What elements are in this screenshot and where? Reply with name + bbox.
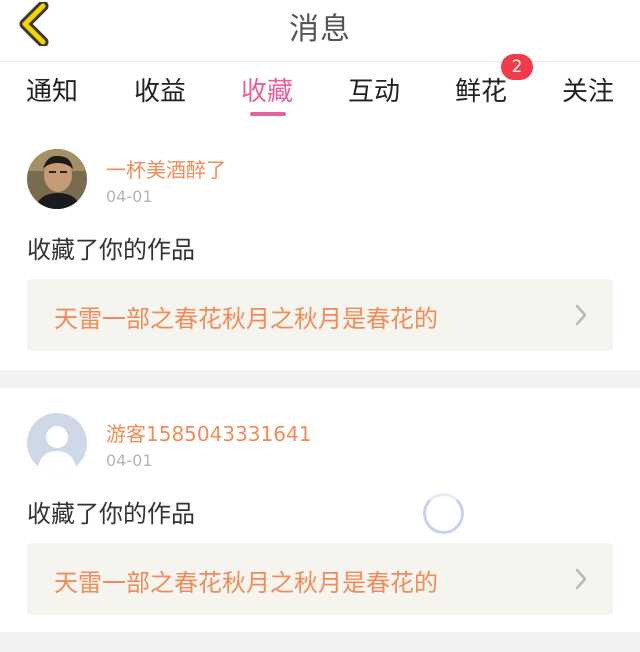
message-date: 04-01 (106, 187, 153, 206)
message-card: 游客1585043331641 04-01 收藏了你的作品 天雷一部之春花秋月之… (0, 388, 640, 632)
flowers-badge: 2 (501, 54, 533, 80)
loading-spinner-icon (423, 493, 464, 534)
work-title: 天雷一部之春花秋月之秋月是春花的 (54, 569, 438, 597)
action-text: 收藏了你的作品 (27, 236, 195, 264)
tab-notifications[interactable]: 通知 (26, 71, 78, 108)
message-card: 一杯美酒醉了 04-01 收藏了你的作品 天雷一部之春花秋月之秋月是春花的 (0, 124, 640, 370)
message-date: 04-01 (106, 451, 153, 470)
tab-flowers[interactable]: 鲜花 (455, 71, 507, 108)
page-title: 消息 (289, 12, 351, 47)
work-link[interactable]: 天雷一部之春花秋月之秋月是春花的 (27, 279, 613, 351)
section-divider (0, 370, 640, 388)
chevron-right-icon (575, 568, 587, 590)
avatar[interactable] (27, 149, 87, 209)
section-divider (0, 632, 640, 652)
tab-earnings[interactable]: 收益 (134, 71, 186, 108)
username[interactable]: 游客1585043331641 (106, 418, 311, 447)
tab-favorites[interactable]: 收藏 (241, 71, 293, 108)
work-title: 天雷一部之春花秋月之秋月是春花的 (54, 305, 438, 333)
chevron-right-icon (575, 304, 587, 326)
active-tab-indicator (250, 112, 286, 116)
default-user-icon (27, 413, 87, 473)
work-link[interactable]: 天雷一部之春花秋月之秋月是春花的 (27, 543, 613, 615)
avatar[interactable] (27, 413, 87, 473)
tab-interactions[interactable]: 互动 (348, 71, 400, 108)
user-photo-icon (27, 149, 87, 209)
username[interactable]: 一杯美酒醉了 (106, 154, 226, 183)
top-bar: 消息 (0, 0, 640, 62)
tab-bar: 通知 收益 收藏 互动 鲜花 关注 (0, 63, 640, 123)
tab-following[interactable]: 关注 (562, 71, 614, 108)
action-text: 收藏了你的作品 (27, 500, 195, 528)
